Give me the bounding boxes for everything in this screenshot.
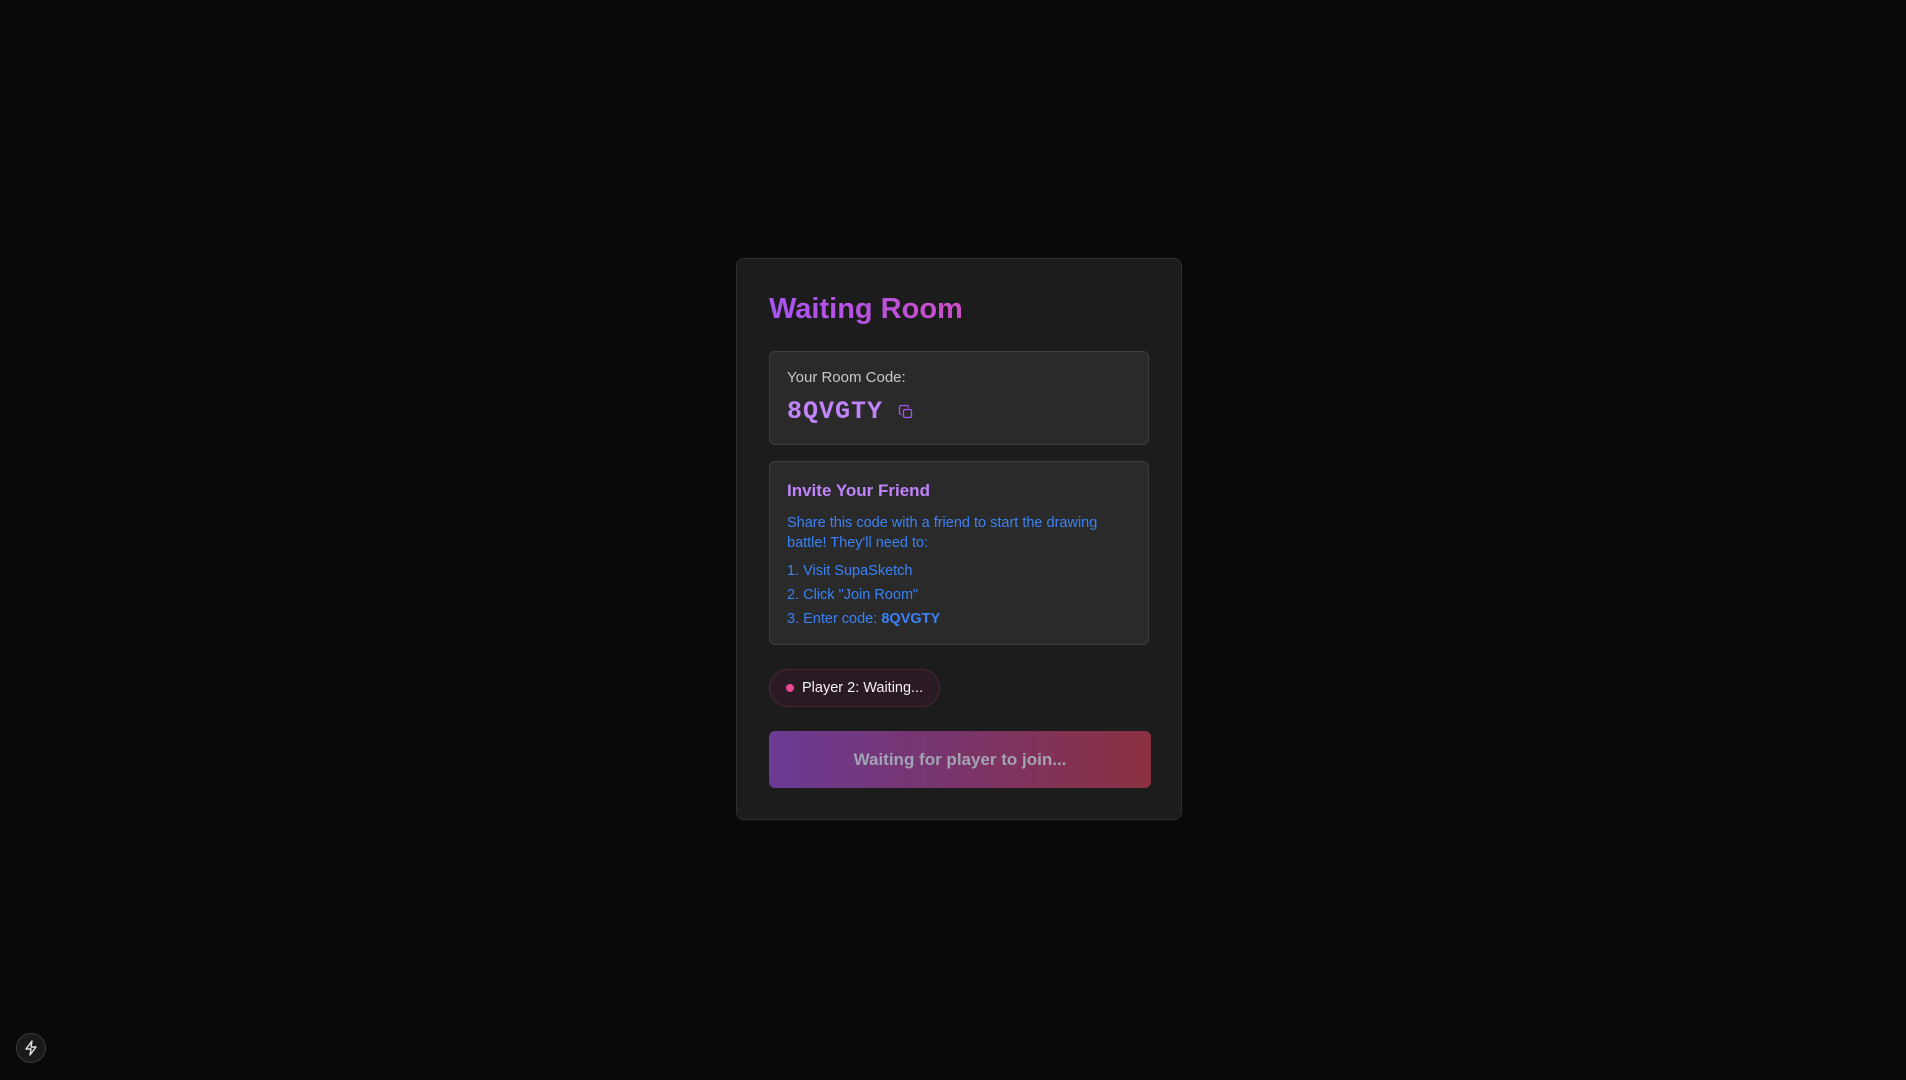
invite-panel: Invite Your Friend Share this code with … xyxy=(769,461,1149,645)
waiting-room-card: Waiting Room Your Room Code: 8QVGTY Invi… xyxy=(736,258,1182,820)
bolt-button[interactable] xyxy=(16,1033,46,1063)
status-dot-icon xyxy=(786,684,794,692)
copy-code-button[interactable] xyxy=(897,403,915,421)
room-code-value: 8QVGTY xyxy=(787,397,884,426)
invite-description: Share this code with a friend to start t… xyxy=(787,515,1098,551)
invite-step-1: 1. Visit SupaSketch xyxy=(787,563,913,579)
invite-step-3-code: 8QVGTY xyxy=(881,611,941,627)
invite-step-3-prefix: 3. Enter code: xyxy=(787,611,882,627)
page-title: Waiting Room xyxy=(769,291,1149,327)
bolt-icon xyxy=(25,1040,37,1056)
invite-step-3: 3. Enter code: 8QVGTY xyxy=(787,609,1131,629)
invite-title: Invite Your Friend xyxy=(787,481,930,500)
room-code-row: 8QVGTY xyxy=(787,397,1131,427)
room-code-panel: Your Room Code: 8QVGTY xyxy=(769,351,1149,445)
invite-step-2: 2. Click "Join Room" xyxy=(787,587,919,603)
waiting-for-player-button[interactable]: Waiting for player to join... xyxy=(769,731,1151,788)
player-2-status-badge: Player 2: Waiting... xyxy=(769,669,941,707)
invite-steps: 1. Visit SupaSketch 2. Click "Join Room"… xyxy=(787,561,1131,629)
room-code-label: Your Room Code: xyxy=(787,369,906,386)
player-2-status-text: Player 2: Waiting... xyxy=(802,680,924,696)
copy-icon xyxy=(898,404,913,419)
